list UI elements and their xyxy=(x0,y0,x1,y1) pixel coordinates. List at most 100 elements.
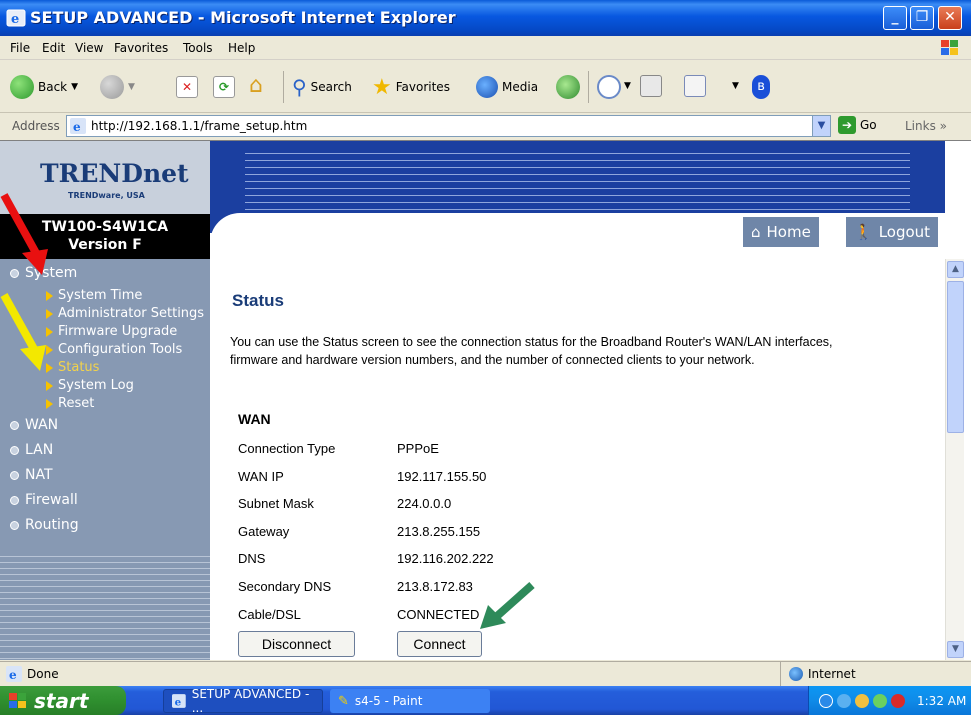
sidebar-item-label: Routing xyxy=(25,517,79,533)
home-icon: ⌂ xyxy=(751,223,761,241)
bullet-icon xyxy=(10,495,19,505)
sidebar-item-wan[interactable]: WAN xyxy=(10,417,58,433)
media-label: Media xyxy=(502,80,539,94)
status-done: e Done xyxy=(6,666,59,682)
favorites-button[interactable]: ★ Favorites xyxy=(372,73,450,101)
triangle-icon xyxy=(46,398,53,409)
menu-edit[interactable]: Edit xyxy=(42,41,65,55)
bluetooth-icon[interactable]: ʙ xyxy=(752,75,770,99)
address-label: Address xyxy=(12,119,60,133)
page-icon: e xyxy=(70,118,86,134)
status-value: PPPoE xyxy=(397,441,439,456)
status-key: Subnet Mask xyxy=(238,496,314,511)
minimize-button[interactable]: _ xyxy=(883,6,907,30)
menu-bar: File Edit View Favorites Tools Help xyxy=(0,36,971,60)
status-value: 213.8.172.83 xyxy=(397,579,473,594)
stop-icon[interactable]: ✕ xyxy=(176,76,198,98)
links-label: Links xyxy=(905,119,936,133)
taskbar-item-ie[interactable]: e SETUP ADVANCED - ... xyxy=(163,687,323,715)
yellow-arrow-icon xyxy=(0,293,46,371)
taskbar-item-label: s4-5 - Paint xyxy=(354,694,423,708)
taskbar-item-label: SETUP ADVANCED - ... xyxy=(191,687,310,715)
page-description: You can use the Status screen to see the… xyxy=(230,335,833,367)
scroll-up-icon[interactable]: ▲ xyxy=(947,261,964,278)
person-icon: 🚶 xyxy=(854,223,873,241)
search-button[interactable]: ⚲ Search xyxy=(292,73,352,101)
svg-text:e: e xyxy=(175,696,182,708)
status-value: 192.117.155.50 xyxy=(397,469,487,484)
home-icon[interactable]: ⌂ xyxy=(249,75,271,97)
tray-arrow-icon[interactable] xyxy=(819,693,833,708)
close-button[interactable]: ✕ xyxy=(938,6,962,30)
green-arrow-icon xyxy=(480,582,535,629)
page-scrollbar[interactable]: ▲ ▼ xyxy=(945,259,964,660)
disconnect-button[interactable]: Disconnect xyxy=(238,631,355,657)
sidebar-item-configuration-tools[interactable]: Configuration Tools xyxy=(46,342,182,357)
status-key: Cable/DSL xyxy=(238,607,301,622)
back-button[interactable]: Back ▼ xyxy=(10,73,78,101)
status-value: 213.8.255.155 xyxy=(397,524,481,539)
taskbar: start e SETUP ADVANCED - ... ✎ s4-5 - Pa… xyxy=(0,686,971,715)
go-button[interactable]: ➔ Go xyxy=(838,116,877,134)
mail-icon[interactable] xyxy=(597,75,621,99)
search-label: Search xyxy=(310,80,352,94)
sidebar-item-reset[interactable]: Reset xyxy=(46,396,94,411)
media-button[interactable]: Media xyxy=(476,73,538,101)
favorites-label: Favorites xyxy=(395,80,450,94)
security-zone: Internet xyxy=(780,662,971,686)
status-value: 192.116.202.222 xyxy=(397,551,494,566)
taskbar-item-paint[interactable]: ✎ s4-5 - Paint xyxy=(330,689,490,713)
tray-app-icon[interactable] xyxy=(891,693,905,708)
sidebar-item-label: System Time xyxy=(58,288,143,303)
status-key: Gateway xyxy=(238,524,290,539)
svg-text:e: e xyxy=(11,12,19,27)
search-icon: ⚲ xyxy=(292,75,307,99)
sidebar-item-system-time[interactable]: System Time xyxy=(46,288,142,303)
tray-app-icon[interactable] xyxy=(873,693,887,708)
network-icon[interactable] xyxy=(837,693,851,708)
forward-button[interactable]: ▼ xyxy=(100,73,135,101)
edit-icon[interactable] xyxy=(684,75,706,97)
ie-icon: e xyxy=(6,9,26,27)
menu-favorites[interactable]: Favorites xyxy=(114,41,168,55)
page-icon: e xyxy=(6,666,22,682)
title-bar[interactable]: e SETUP ADVANCED - Microsoft Internet Ex… xyxy=(0,0,971,36)
sidebar-item-label: NAT xyxy=(25,467,53,483)
address-input[interactable]: e http://192.168.1.1/frame_setup.htm ▼ xyxy=(66,115,831,137)
menu-help[interactable]: Help xyxy=(228,41,255,55)
status-text: Done xyxy=(27,667,59,681)
sidebar-item-routing[interactable]: Routing xyxy=(10,517,79,533)
scroll-down-icon[interactable]: ▼ xyxy=(947,641,964,658)
address-url: http://192.168.1.1/frame_setup.htm xyxy=(91,119,308,133)
sidebar-item-firmware-upgrade[interactable]: Firmware Upgrade xyxy=(46,324,177,339)
print-icon[interactable] xyxy=(640,75,662,97)
window-title: SETUP ADVANCED - Microsoft Internet Expl… xyxy=(30,8,456,27)
sidebar-item-lan[interactable]: LAN xyxy=(10,442,53,458)
scroll-thumb[interactable] xyxy=(947,281,964,433)
sidebar-item-label: WAN xyxy=(25,417,59,433)
toolbar: Back ▼ ▼ ✕ ⟳ ⌂ ⚲ Search ★ Favorites Media… xyxy=(0,61,971,113)
menu-tools[interactable]: Tools xyxy=(183,41,213,55)
svg-text:e: e xyxy=(73,120,81,134)
history-icon[interactable] xyxy=(556,75,580,99)
start-button[interactable]: start xyxy=(0,686,126,715)
sidebar-item-administrator-settings[interactable]: Administrator Settings xyxy=(46,306,204,321)
zone-label: Internet xyxy=(808,667,856,681)
menu-file[interactable]: File xyxy=(10,41,30,55)
back-label: Back xyxy=(38,80,68,94)
address-dropdown-icon[interactable]: ▼ xyxy=(812,116,830,136)
forward-arrow-icon xyxy=(100,75,124,99)
menu-view[interactable]: View xyxy=(75,41,103,55)
triangle-icon xyxy=(46,380,53,391)
bullet-icon xyxy=(10,420,19,430)
sidebar-item-nat[interactable]: NAT xyxy=(10,467,53,483)
status-key: WAN IP xyxy=(238,469,284,484)
sidebar-item-firewall[interactable]: Firewall xyxy=(10,492,78,508)
restore-button[interactable]: ❐ xyxy=(910,6,934,30)
ie-icon: e xyxy=(172,694,186,708)
tray-app-icon[interactable] xyxy=(855,693,869,708)
refresh-icon[interactable]: ⟳ xyxy=(213,76,235,98)
start-label: start xyxy=(34,688,89,713)
links-button[interactable]: Links » xyxy=(905,119,947,133)
ie-window: e SETUP ADVANCED - Microsoft Internet Ex… xyxy=(0,0,971,715)
